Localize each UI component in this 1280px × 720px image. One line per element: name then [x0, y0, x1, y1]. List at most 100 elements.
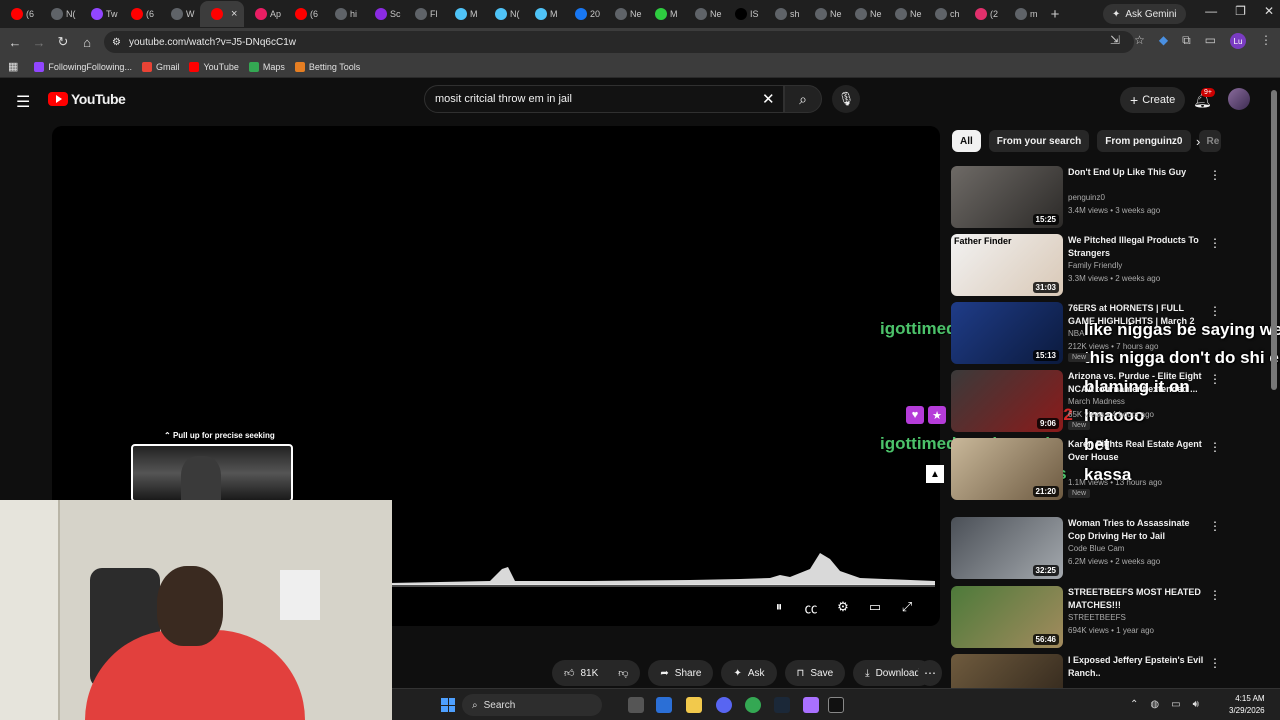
- chrome-icon[interactable]: [745, 697, 761, 713]
- recommended-video-item[interactable]: 56:46 STREETBEEFS MOST HEATED MATCHES!!! S…: [951, 586, 1231, 648]
- browser-tab[interactable]: (6: [0, 1, 40, 27]
- taskbar-clock[interactable]: 4:15 AM 3/29/2026: [1229, 693, 1265, 717]
- captions-icon[interactable]: ㏄: [802, 598, 820, 616]
- video-title[interactable]: Karen Fights Real Estate Agent Over Hous…: [1068, 438, 1208, 464]
- close-tab-icon[interactable]: ×: [231, 8, 237, 20]
- video-options-icon[interactable]: ⋮: [1209, 168, 1221, 182]
- network-icon[interactable]: ▭: [1171, 699, 1180, 710]
- forward-icon[interactable]: →: [27, 35, 51, 50]
- browser-tab[interactable]: Ne: [884, 1, 924, 27]
- recommended-video-item[interactable]: 15:13 76ERS at HORNETS | FULL GAME HIGHLI…: [951, 302, 1231, 364]
- channel-name[interactable]: Family Friendly: [1068, 261, 1122, 270]
- discord-icon[interactable]: [716, 697, 732, 713]
- browser-tab[interactable]: N(: [484, 1, 524, 27]
- video-options-icon[interactable]: ⋮: [1209, 236, 1221, 250]
- tray-app-icon[interactable]: ◍: [1150, 699, 1159, 710]
- like-button[interactable]: 👍︎ 81K 👎︎: [552, 660, 641, 686]
- chevron-right-icon[interactable]: ›: [1196, 134, 1200, 149]
- bookmark-item[interactable]: YouTube: [189, 61, 239, 72]
- youtube-logo[interactable]: YouTube: [48, 91, 126, 107]
- ask-gemini-button[interactable]: ✦ Ask Gemini: [1103, 4, 1186, 24]
- video-options-icon[interactable]: ⋮: [1209, 440, 1221, 454]
- browser-tab[interactable]: Ne: [804, 1, 844, 27]
- recommended-video-item[interactable]: Father Finder 31:03 We Pitched Illegal Pro…: [951, 234, 1231, 296]
- filter-chip[interactable]: From penguinz0: [1097, 130, 1191, 152]
- browser-tab[interactable]: (6: [120, 1, 160, 27]
- reload-icon[interactable]: ↻: [51, 34, 75, 50]
- clear-search-icon[interactable]: ✕: [762, 90, 775, 108]
- search-input[interactable]: mosit critcial throw em in jail: [424, 85, 784, 113]
- bookmark-item[interactable]: FollowingFollowing...: [34, 61, 132, 72]
- profile-avatar[interactable]: Lu: [1230, 33, 1246, 49]
- video-options-icon[interactable]: ⋮: [1209, 588, 1221, 602]
- task-view-icon[interactable]: [628, 697, 644, 713]
- restore-icon[interactable]: ❐: [1235, 4, 1246, 18]
- extensions-puzzle-icon[interactable]: ⧉: [1182, 33, 1191, 49]
- new-tab-button[interactable]: +: [1044, 6, 1066, 23]
- channel-name[interactable]: Code Blue Cam: [1068, 544, 1124, 553]
- recommended-video-item[interactable]: 15:25 Don't End Up Like This Guy penguinz0…: [951, 166, 1231, 228]
- home-icon[interactable]: ⌂: [75, 35, 99, 50]
- video-title[interactable]: I Exposed Jeffery Epstein's Evil Ranch..: [1068, 654, 1208, 680]
- browser-tab[interactable]: (6: [284, 1, 324, 27]
- video-title[interactable]: We Pitched Illegal Products To Strangers: [1068, 234, 1208, 260]
- browser-tab[interactable]: Ne: [684, 1, 724, 27]
- channel-name[interactable]: STREETBEEFS: [1068, 613, 1126, 622]
- browser-tab[interactable]: Sc: [364, 1, 404, 27]
- browser-tab[interactable]: hi: [324, 1, 364, 27]
- video-options-icon[interactable]: ⋮: [1209, 656, 1221, 670]
- bookmark-star-icon[interactable]: ☆: [1134, 33, 1145, 49]
- bookmark-item[interactable]: Betting Tools: [294, 61, 360, 72]
- taskbar-search[interactable]: ⌕ Search: [462, 694, 602, 716]
- video-title[interactable]: Woman Tries to Assassinate Cop Driving H…: [1068, 517, 1208, 543]
- browser-tab[interactable]: N(: [40, 1, 80, 27]
- video-thumbnail[interactable]: 21:20: [951, 438, 1063, 500]
- file-explorer-icon[interactable]: [686, 697, 702, 713]
- save-button[interactable]: ⊓ Save: [784, 660, 846, 686]
- channel-name[interactable]: penguinz0: [1068, 193, 1105, 202]
- video-options-icon[interactable]: ⋮: [1209, 519, 1221, 533]
- video-title[interactable]: 76ERS at HORNETS | FULL GAME HIGHLIGHTS …: [1068, 302, 1208, 328]
- video-thumbnail[interactable]: 56:46: [951, 586, 1063, 648]
- browser-tab[interactable]: Ap: [244, 1, 284, 27]
- back-icon[interactable]: ←: [3, 35, 27, 50]
- browser-tab[interactable]: ×: [200, 1, 244, 27]
- menu-kebab-icon[interactable]: ⋮: [1260, 33, 1272, 49]
- browser-tab[interactable]: 20: [564, 1, 604, 27]
- steam-icon[interactable]: [774, 697, 790, 713]
- browser-tab[interactable]: M: [524, 1, 564, 27]
- address-bar[interactable]: ⚙ youtube.com/watch?v=J5-DNq6cC1w: [104, 31, 1134, 53]
- thumbs-down-icon[interactable]: 👎︎: [618, 667, 628, 679]
- browser-tab[interactable]: ch: [924, 1, 964, 27]
- video-thumbnail[interactable]: 9:06: [951, 370, 1063, 432]
- bookmark-item[interactable]: Maps: [248, 61, 285, 72]
- minimize-icon[interactable]: —: [1205, 4, 1217, 18]
- site-info-icon[interactable]: ⚙: [112, 37, 121, 48]
- account-avatar[interactable]: [1228, 88, 1250, 110]
- windows-start-icon[interactable]: [441, 698, 455, 712]
- video-title[interactable]: Arizona vs. Purdue - Elite Eight NCAA to…: [1068, 370, 1208, 396]
- video-options-icon[interactable]: ⋮: [1209, 304, 1221, 318]
- search-button[interactable]: ⌕: [784, 85, 822, 113]
- store-icon[interactable]: [656, 697, 672, 713]
- create-button[interactable]: + Create: [1120, 87, 1186, 113]
- filter-chip[interactable]: From your search: [988, 130, 1090, 152]
- more-actions-button[interactable]: ⋯: [918, 660, 942, 686]
- share-button[interactable]: ➦ Share: [648, 660, 714, 686]
- hamburger-menu-icon[interactable]: ☰: [16, 92, 30, 112]
- browser-tab[interactable]: Ne: [604, 1, 644, 27]
- volume-icon[interactable]: 🔊︎: [1193, 699, 1199, 710]
- app-icon[interactable]: [803, 697, 819, 713]
- apps-grid-icon[interactable]: ▦: [8, 60, 18, 73]
- voice-search-button[interactable]: 🎙︎: [832, 85, 860, 113]
- browser-tab[interactable]: W: [160, 1, 200, 27]
- close-window-icon[interactable]: ✕: [1264, 4, 1274, 18]
- recommended-video-item[interactable]: 32:25 Woman Tries to Assassinate Cop Driv…: [951, 517, 1231, 579]
- browser-tab[interactable]: M: [444, 1, 484, 27]
- video-progress-bar[interactable]: [390, 584, 935, 587]
- recommended-video-item[interactable]: 9:06 Arizona vs. Purdue - Elite Eight NCA…: [951, 370, 1231, 432]
- ask-button[interactable]: ✦ Ask: [721, 660, 777, 686]
- bookmark-item[interactable]: Gmail: [141, 61, 179, 72]
- video-thumbnail[interactable]: 32:25: [951, 517, 1063, 579]
- video-thumbnail[interactable]: Father Finder 31:03: [951, 234, 1063, 296]
